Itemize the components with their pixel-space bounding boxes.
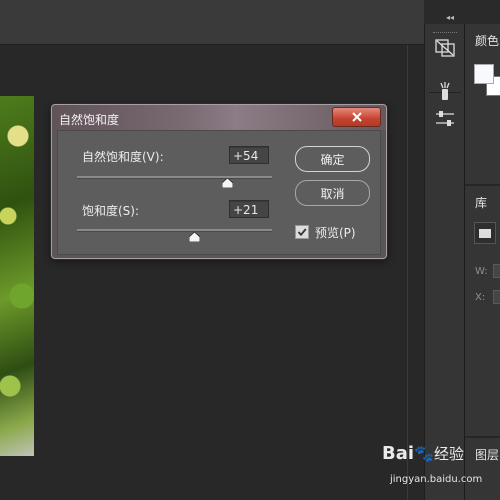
watermark-logo-text: Bai: [382, 443, 415, 464]
vibrance-slider-track[interactable]: [77, 176, 272, 179]
saturation-value-field[interactable]: +21: [229, 200, 269, 218]
saturation-label: 饱和度(S):: [82, 204, 140, 218]
paw-icon: 🐾: [414, 444, 434, 463]
baidu-jingyan-watermark: Bai🐾经验: [382, 443, 464, 464]
checkmark-icon: [297, 228, 307, 237]
layers-panel: 图层: [465, 438, 500, 500]
close-button[interactable]: [332, 107, 381, 127]
close-icon: [351, 112, 362, 122]
watermark-url: jingyan.baidu.com: [390, 474, 483, 485]
x-field[interactable]: [493, 290, 500, 304]
photo-preview: [0, 96, 34, 456]
brush-presets-icon[interactable]: [425, 80, 465, 102]
x-label: X:: [475, 292, 486, 303]
width-field[interactable]: [493, 264, 500, 278]
layers-panel-title[interactable]: 图层: [475, 446, 499, 463]
color-panel-title[interactable]: 颜色: [475, 32, 499, 49]
dialog-titlebar[interactable]: 自然饱和度: [52, 105, 386, 130]
adjustments-sliders-icon[interactable]: [425, 108, 465, 130]
saturation-slider-thumb[interactable]: [189, 232, 201, 242]
cancel-button[interactable]: 取消: [295, 180, 370, 206]
dock-grip[interactable]: [433, 32, 457, 36]
preview-label[interactable]: 预览(P): [315, 224, 356, 241]
library-panel: 库 W: X:: [465, 186, 500, 436]
watermark-suffix: 经验: [433, 445, 464, 463]
options-bar: [0, 0, 424, 45]
color-panel: 颜色: [465, 24, 500, 184]
saturation-slider-track[interactable]: [77, 229, 272, 232]
library-image-icon[interactable]: [474, 222, 496, 244]
vibrance-dialog: 自然饱和度 自然饱和度(V): +54 饱和度(S): +21 确定 取消 预览…: [51, 104, 387, 259]
dialog-client-area: 自然饱和度(V): +54 饱和度(S): +21 确定 取消 预览(P): [57, 130, 381, 255]
width-label: W:: [475, 266, 488, 277]
vibrance-value-field[interactable]: +54: [229, 146, 269, 164]
preview-checkbox[interactable]: [295, 225, 309, 239]
ok-button[interactable]: 确定: [295, 146, 370, 172]
collapse-panels-icon[interactable]: ◂◂: [446, 13, 454, 22]
foreground-color-swatch[interactable]: [474, 64, 494, 84]
history-panel-icon[interactable]: [425, 37, 465, 59]
vibrance-label: 自然饱和度(V):: [82, 150, 164, 164]
library-panel-title[interactable]: 库: [475, 194, 487, 211]
dialog-title: 自然饱和度: [59, 113, 120, 127]
vibrance-slider-thumb[interactable]: [221, 178, 233, 188]
canvas-divider: [407, 45, 408, 500]
dock-header: [424, 0, 500, 24]
panel-icon-dock: [424, 24, 465, 500]
